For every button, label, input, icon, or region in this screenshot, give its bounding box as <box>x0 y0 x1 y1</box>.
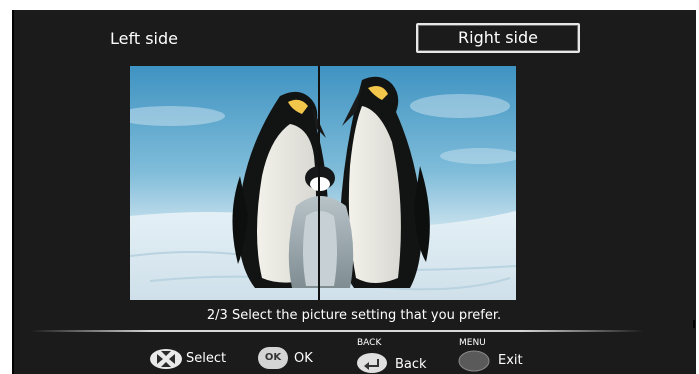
penguins-preview-image <box>130 66 516 300</box>
dpad-icon <box>150 349 182 369</box>
ok-hint-label: OK <box>294 351 313 366</box>
select-hint-label: Select <box>186 351 227 366</box>
left-side-option[interactable]: Left side <box>94 26 194 52</box>
right-side-option[interactable]: Right side <box>416 23 580 53</box>
instruction-text: 2/3 Select the picture setting that you … <box>206 308 502 323</box>
exit-hint-label: Exit <box>498 353 523 368</box>
screen-edge <box>12 10 14 374</box>
back-key-caption: BACK <box>357 338 382 348</box>
footer-divider <box>30 330 644 332</box>
back-arrow-icon <box>357 353 387 373</box>
menu-key-caption: MENU <box>459 338 486 348</box>
menu-button-icon <box>458 350 490 372</box>
picture-settings-screen: Left side Right side 2/3 Select the pict… <box>12 10 696 374</box>
back-hint-label: Back <box>395 357 427 372</box>
picture-preview <box>130 66 516 300</box>
screen-edge-marker <box>693 320 695 328</box>
ok-button-icon: OK <box>258 347 288 369</box>
